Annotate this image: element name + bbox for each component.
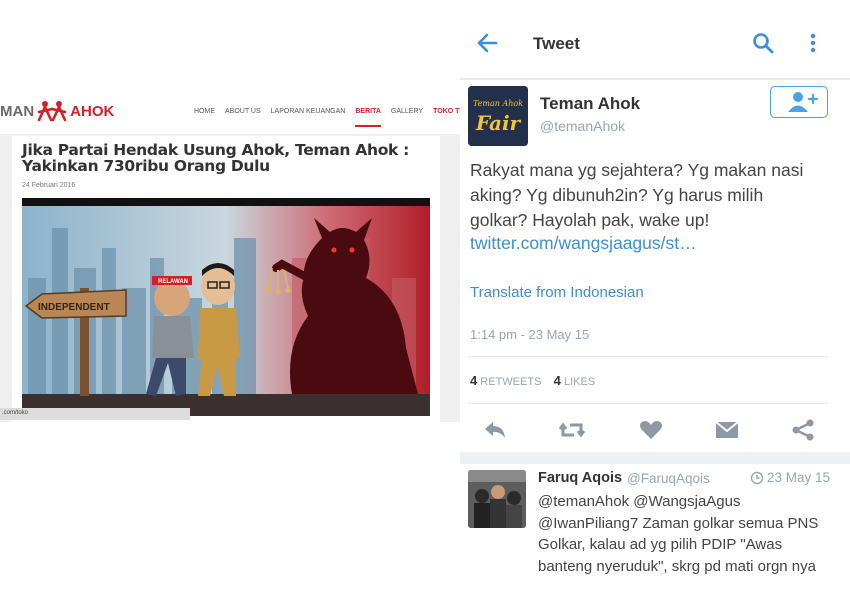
nav-item-home[interactable]: HOME — [194, 108, 215, 127]
back-arrow-icon[interactable] — [476, 32, 498, 54]
likes-count[interactable]: 4 — [554, 373, 561, 388]
nav-item-laporan-keuangan[interactable]: LAPORAN KEUANGAN — [271, 108, 346, 127]
reply-author-name[interactable]: Faruq Aqois — [538, 470, 622, 486]
reply-avatar[interactable] — [468, 470, 526, 528]
translate-link[interactable]: Translate from Indonesian — [470, 284, 644, 301]
tweet-text: Rakyat mana yg sejahtera? Yg makan nasi … — [470, 160, 804, 230]
nav-item-gallery[interactable]: GALLERY — [391, 108, 423, 127]
direct-message-icon[interactable] — [714, 418, 740, 442]
divider — [468, 356, 828, 357]
article-hero-image[interactable]: INDEPENDENT RELAWAN — [22, 198, 430, 416]
retweet-icon[interactable] — [558, 418, 586, 442]
signpost-text: INDEPENDENT — [38, 302, 110, 313]
browser-status-url: .com/toko — [0, 408, 190, 420]
topbar-title: Tweet — [533, 34, 580, 53]
site-nav: HOME ABOUT US LAPORAN KEUANGAN BERITA GA… — [194, 108, 460, 127]
article-card: Jika Partai Hendak Usung Ahok, Teman Aho… — [12, 136, 440, 422]
headband-text: RELAWAN — [158, 279, 188, 285]
app-topbar: Tweet — [460, 0, 850, 80]
nav-item-toko[interactable]: TOKO TEMAN A — [433, 108, 460, 127]
reply-author-handle[interactable]: @FaruqAqois — [627, 471, 710, 486]
likes-label[interactable]: LIKES — [564, 376, 595, 388]
search-icon[interactable] — [752, 32, 774, 54]
site-header: MAN AHOK HOME ABOUT US LAPORAN KEUANGAN … — [0, 92, 460, 134]
composite-screenshot: MAN AHOK HOME ABOUT US LAPORAN KEUANGAN … — [0, 0, 850, 600]
reply-time-text: 23 May 15 — [767, 470, 831, 485]
add-user-icon — [788, 92, 819, 112]
retweets-count[interactable]: 4 — [470, 373, 477, 388]
divider — [468, 403, 828, 404]
nav-item-about-us[interactable]: ABOUT US — [225, 108, 261, 127]
author-handle[interactable]: @temanAhok — [540, 118, 625, 134]
author-avatar[interactable]: Teman Ahok Fair — [468, 86, 528, 146]
tweet-link[interactable]: twitter.com/wangsjaagus/st… — [470, 233, 810, 254]
reply-icon[interactable] — [482, 418, 508, 442]
logo-text-right: AHOK — [70, 102, 115, 120]
article-title[interactable]: Jika Partai Hendak Usung Ahok, Teman Aho… — [22, 142, 432, 174]
tweet-timestamp: 1:14 pm - 23 May 15 — [470, 327, 590, 342]
like-icon[interactable] — [638, 418, 664, 442]
reply-text: @temanAhok @WangsjaAgus @IwanPiliang7 Za… — [538, 493, 819, 575]
author-name[interactable]: Teman Ahok — [540, 94, 640, 114]
avatar-caption-top: Teman Ahok — [473, 99, 523, 108]
website-screenshot: MAN AHOK HOME ABOUT US LAPORAN KEUANGAN … — [0, 92, 460, 422]
reply-timestamp: 23 May 15 — [750, 470, 830, 485]
site-logo[interactable]: MAN AHOK — [0, 100, 114, 122]
follow-button[interactable] — [770, 86, 828, 118]
logo-people-icon — [35, 100, 69, 122]
more-vertical-icon[interactable] — [808, 32, 818, 54]
logo-text-left: MAN — [0, 102, 35, 120]
section-separator — [460, 452, 850, 464]
engagement-counts: 4 RETWEETS 4 LIKES — [470, 373, 595, 388]
twitter-app-screenshot: Tweet Teman Ahok Fair Teman Ahok @temanA… — [460, 0, 850, 600]
share-icon[interactable] — [790, 418, 816, 442]
retweets-label[interactable]: RETWEETS — [480, 376, 541, 388]
avatar-caption-bottom: Fair — [475, 111, 522, 135]
nav-item-berita[interactable]: BERITA — [355, 108, 381, 127]
article-date: 24 Februari 2016 — [22, 182, 76, 189]
clock-icon — [750, 471, 764, 485]
